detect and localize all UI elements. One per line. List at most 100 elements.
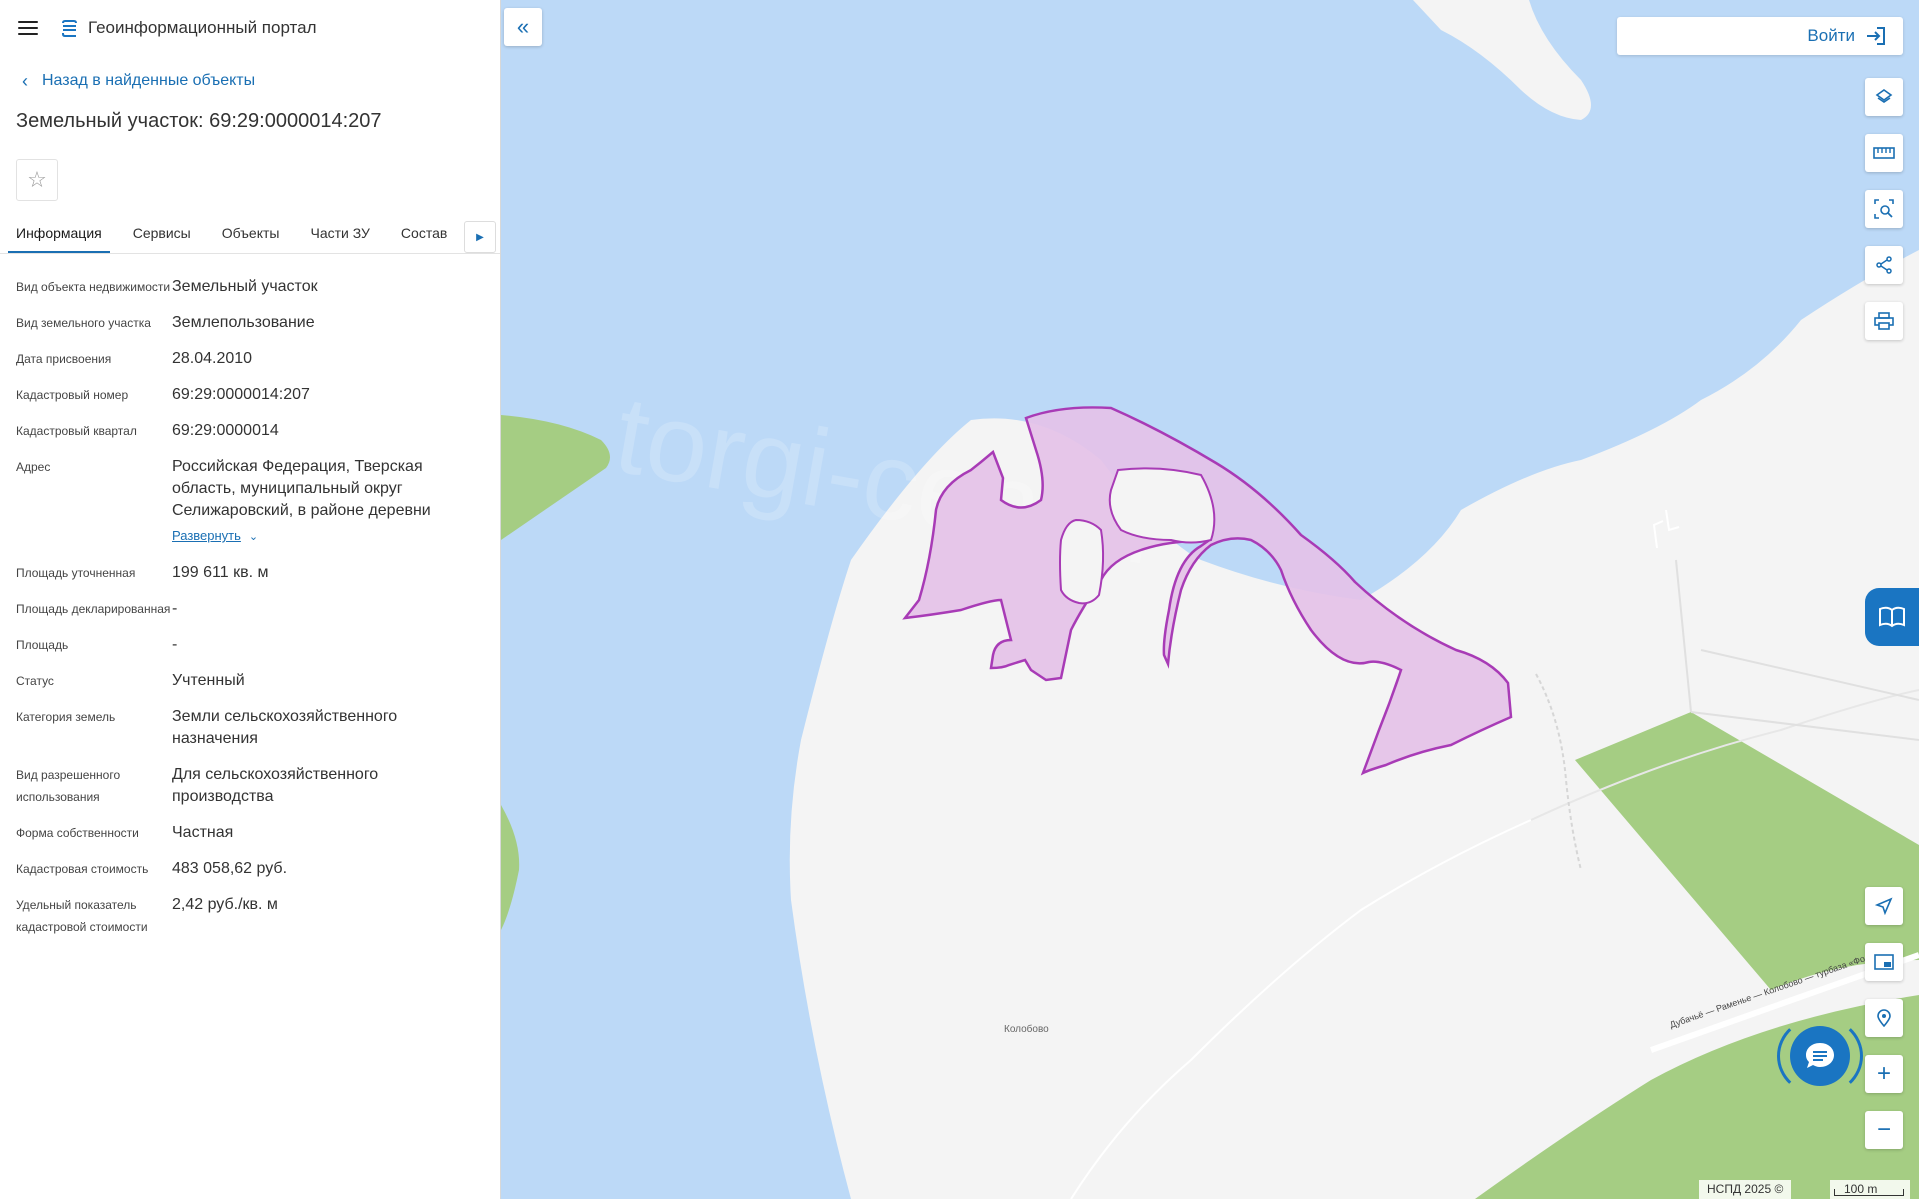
info-label: Кадастровый квартал xyxy=(16,424,137,438)
info-row: Категория земель Земли сельскохозяйственн… xyxy=(16,706,484,750)
info-label: Вид земельного участка xyxy=(16,316,151,330)
land-area xyxy=(1413,0,1591,120)
app-title: Геоинформационный портал xyxy=(88,18,317,37)
info-row: Вид объекта недвижимости Земельный участо… xyxy=(16,276,484,298)
star-icon: ☆ xyxy=(27,167,47,192)
tab-composition[interactable]: Состав xyxy=(393,225,455,253)
info-label: Дата присвоения xyxy=(16,352,112,366)
info-value: Учтенный xyxy=(172,672,245,689)
info-label: Кадастровая стоимость xyxy=(16,862,149,876)
parcel-hole xyxy=(1059,518,1105,605)
map-canvas[interactable]: torgi-center Колобово Дубачьё — Раменье … xyxy=(501,0,1919,1199)
layers-icon xyxy=(1875,89,1893,103)
object-title: Земельный участок: 69:29:0000014:207 xyxy=(16,110,382,132)
place-label: Колобово xyxy=(1004,1023,1049,1035)
login-icon xyxy=(1867,27,1885,45)
tab-objects[interactable]: Объекты xyxy=(214,225,288,253)
info-row: Вид земельного участка Землепользование xyxy=(16,312,484,334)
info-value: Для сельскохозяйственного производства xyxy=(172,766,379,805)
info-label: Адрес xyxy=(16,460,51,474)
portal-logo-icon xyxy=(62,20,77,37)
map-copyright: НСПД 2025 © xyxy=(1699,1180,1792,1199)
info-row: Форма собственности Частная xyxy=(16,822,484,844)
caret-right-icon: ▶ xyxy=(476,231,484,243)
share-button[interactable] xyxy=(1865,246,1903,284)
layers-button[interactable] xyxy=(1865,78,1903,116)
info-value: Земли сельскохозяйственного назначения xyxy=(172,708,398,747)
tab-services[interactable]: Сервисы xyxy=(125,225,199,253)
tab-bar: Информация Сервисы Объекты Части ЗУ Сост… xyxy=(0,213,500,254)
scale-label: 100 m xyxy=(1844,1182,1878,1196)
info-label: Удельный показатель кадастровой стоимост… xyxy=(16,898,148,934)
side-panel-tab[interactable] xyxy=(1865,588,1919,646)
info-value: 2,42 руб./кв. м xyxy=(172,896,278,913)
info-row: Адрес Российская Федерация, Тверская обл… xyxy=(16,456,484,548)
chevron-down-icon[interactable]: ⌄ xyxy=(249,531,258,543)
locate-icon xyxy=(1875,897,1893,915)
info-value: 28.04.2010 xyxy=(172,350,253,367)
locate-button[interactable] xyxy=(1865,887,1903,925)
info-value: 69:29:0000014 xyxy=(172,422,279,439)
measure-button[interactable] xyxy=(1865,134,1903,172)
zoom-out-button[interactable]: − xyxy=(1865,1111,1903,1149)
expand-link[interactable]: Развернуть xyxy=(172,525,241,547)
info-label: Статус xyxy=(16,674,54,688)
info-row: Площадь - xyxy=(16,634,484,656)
geo-search-button[interactable] xyxy=(1865,999,1903,1037)
info-row: Кадастровый квартал 69:29:0000014 xyxy=(16,420,484,442)
zoom-in-icon: + xyxy=(1876,1060,1891,1087)
collapse-panel-button[interactable]: « xyxy=(504,8,542,46)
info-label: Вид разрешенного использования xyxy=(16,768,121,804)
menu-icon[interactable] xyxy=(18,21,38,35)
info-label: Кадастровый номер xyxy=(16,388,129,402)
print-icon xyxy=(1874,312,1894,330)
info-row: Удельный показатель кадастровой стоимост… xyxy=(16,894,484,938)
info-label: Категория земель xyxy=(16,710,116,724)
info-row: Площадь декларированная - xyxy=(16,598,484,620)
info-label: Площадь уточненная xyxy=(16,566,136,580)
info-label: Вид объекта недвижимости xyxy=(16,280,171,294)
chevron-left-icon: ‹ xyxy=(22,71,28,91)
info-row: Площадь уточненная 199 611 кв. м xyxy=(16,562,484,584)
print-button[interactable] xyxy=(1865,302,1903,340)
geo-search-icon xyxy=(1877,1009,1891,1027)
info-value: Земельный участок xyxy=(172,278,318,295)
share-icon xyxy=(1876,256,1892,274)
area-search-button[interactable] xyxy=(1865,190,1903,228)
tab-info[interactable]: Информация xyxy=(8,225,110,253)
ruler-icon xyxy=(1873,147,1895,159)
chat-icon xyxy=(1806,1043,1834,1068)
info-row: Кадастровая стоимость 483 058,62 руб. xyxy=(16,858,484,880)
info-label: Форма собственности xyxy=(16,826,139,840)
back-link[interactable]: ‹ Назад в найденные объекты xyxy=(22,72,500,90)
zoom-in-button[interactable]: + xyxy=(1865,1055,1903,1093)
info-row: Кадастровый номер 69:29:0000014:207 xyxy=(16,384,484,406)
tabs-next-button[interactable]: ▶ xyxy=(464,221,496,253)
favorite-button[interactable]: ☆ xyxy=(16,159,58,201)
info-value: 483 058,62 руб. xyxy=(172,860,288,877)
panel-header: Геоинформационный портал xyxy=(0,0,500,56)
area-search-icon xyxy=(1874,199,1894,219)
parcel-hole xyxy=(1108,467,1216,544)
info-row: Дата присвоения 28.04.2010 xyxy=(16,348,484,370)
book-icon xyxy=(1879,606,1905,628)
info-value: Землепользование xyxy=(172,314,315,331)
login-label: Войти xyxy=(1807,26,1855,45)
info-label: Площадь декларированная xyxy=(16,602,171,616)
forest-area xyxy=(501,805,520,930)
minimap-icon xyxy=(1874,954,1894,970)
info-panel: Геоинформационный портал ‹ Назад в найде… xyxy=(0,0,501,1199)
minimap-button[interactable] xyxy=(1865,943,1903,981)
back-link-label: Назад в найденные объекты xyxy=(42,72,256,89)
info-list: Вид объекта недвижимости Земельный участо… xyxy=(0,254,500,938)
chat-button[interactable] xyxy=(1790,1026,1850,1086)
map-graphics: torgi-center Колобово Дубачьё — Раменье … xyxy=(501,0,1919,1199)
scale-bar: 100 m xyxy=(1830,1180,1910,1199)
forest-area xyxy=(501,415,610,540)
info-value: 199 611 кв. м xyxy=(172,564,269,581)
zoom-out-icon: − xyxy=(1876,1116,1891,1143)
tab-parts[interactable]: Части ЗУ xyxy=(302,225,377,253)
double-chevron-left-icon: « xyxy=(516,14,530,39)
address-value-block: Российская Федерация, Тверская область, … xyxy=(172,456,484,548)
login-button[interactable]: Войти xyxy=(1617,17,1903,55)
